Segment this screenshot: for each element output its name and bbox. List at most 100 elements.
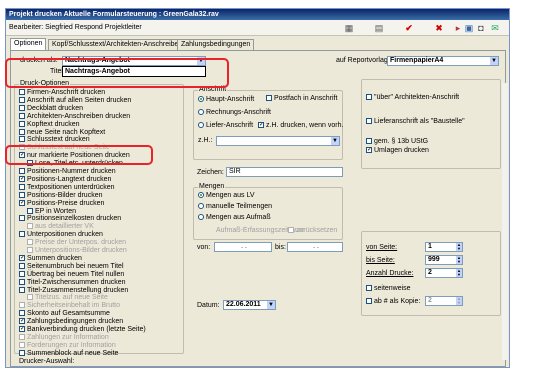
- druck-option-checkbox[interactable]: Sicherheitseinbehalt im Brutto: [19, 302, 120, 309]
- reportvorlage-select[interactable]: FirmenpapierA4 ▼: [387, 56, 499, 66]
- druck-option-checkbox[interactable]: ✓ Zahlungsbedingungen drucken: [19, 318, 123, 325]
- drucker-auswahl-label: Drucker-Auswahl:: [19, 358, 75, 365]
- seitenweise-checkbox[interactable]: seitenweise: [366, 285, 411, 292]
- mengen-aufmass-radio[interactable]: Mengen aus Aufmaß: [198, 214, 271, 221]
- scrollbar[interactable]: [502, 83, 508, 360]
- umlagen-label: Umlagen drucken: [374, 147, 429, 154]
- window-title: Projekt drucken Aktuelle Formularsteueru…: [6, 9, 509, 20]
- checkmark-icon[interactable]: ✔: [404, 23, 414, 33]
- checkbox: [19, 310, 25, 317]
- druck-option-checkbox[interactable]: Positionseinzelkosten drucken: [19, 215, 121, 222]
- druck-option-checkbox[interactable]: EP in Worten: [27, 207, 76, 215]
- checkbox: [19, 278, 25, 285]
- reportvorlage-value: FirmenpapierA4: [390, 57, 444, 64]
- tab-kopf-schlusstext[interactable]: Kopf/Schlusstext/Architekten-Anschreiben: [48, 39, 187, 50]
- druck-option-label: Titelzus. auf neue Seite: [35, 294, 108, 302]
- druck-option-checkbox[interactable]: Unterpositionen drucken: [19, 231, 103, 238]
- druck-option-checkbox[interactable]: Skonto auf Gesamtsumme: [19, 310, 110, 317]
- als-kopie-checkbox[interactable]: ab # als Kopie:: [366, 298, 420, 305]
- druck-option-checkbox[interactable]: Positions-Bilder drucken: [19, 191, 102, 199]
- pdf-icon[interactable]: ▣: [464, 23, 474, 33]
- anzahl-drucke-label: Anzahl Drucke:: [366, 270, 414, 277]
- druck-option-label: Preise der Unterpos. drucken: [35, 239, 127, 247]
- ueber-architekt-checkbox[interactable]: "über" Architekten-Anschrift: [366, 94, 459, 101]
- liefer-anschrift-radio[interactable]: Liefer-Anschrift: [198, 122, 253, 129]
- druck-option-checkbox[interactable]: Firmen-Anschrift drucken: [19, 89, 105, 96]
- druck-option-label: Seitenumbruch bei neuem Titel: [27, 262, 124, 270]
- von-seite-input[interactable]: 1 ▲ ▼: [425, 242, 463, 252]
- druck-option-checkbox[interactable]: Positionen-Nummer drucken: [19, 168, 116, 175]
- druck-option-checkbox[interactable]: Deckblatt drucken: [19, 104, 83, 112]
- datum-picker[interactable]: 22.06.2011 ▼: [223, 300, 276, 310]
- druck-option-checkbox[interactable]: Textpositionen unterdrücken: [19, 183, 115, 191]
- mengen-title: Mengen: [198, 183, 226, 190]
- fax-icon[interactable]: ◘: [476, 23, 486, 33]
- export-icon[interactable]: ▸: [453, 23, 463, 33]
- zeichen-input[interactable]: SIR: [226, 167, 343, 177]
- druck-option-checkbox[interactable]: ✓ Positions-Preise drucken: [19, 199, 104, 207]
- radio: [198, 109, 204, 115]
- chevron-down-icon[interactable]: ▼: [267, 301, 275, 309]
- spin-arrows-icon[interactable]: ▲ ▼: [456, 269, 462, 277]
- email-icon[interactable]: ✉: [490, 23, 500, 33]
- druck-option-checkbox[interactable]: ✓ Summen drucken: [19, 254, 82, 262]
- druck-option-checkbox[interactable]: Zahlungen zur Information: [19, 333, 109, 341]
- druck-option-checkbox[interactable]: ✓ Bankverbindung drucken (letzte Seite): [19, 326, 146, 333]
- zh-label: z.H.:: [198, 137, 213, 144]
- checkbox: [366, 138, 372, 144]
- lieferanschrift-checkbox[interactable]: Lieferanschrift als "Baustelle": [366, 118, 465, 125]
- manuelle-teilmengen-radio[interactable]: manuelle Teilmengen: [198, 203, 272, 210]
- checkbox-checked: ✓: [19, 326, 25, 332]
- highlight-drucken-als: [5, 58, 229, 88]
- spin-arrows-icon[interactable]: ▲ ▼: [456, 256, 462, 264]
- druck-option-checkbox[interactable]: Anschrift auf allen Seiten drucken: [19, 96, 131, 104]
- als-kopie-input[interactable]: 2 ▲ ▼: [425, 296, 463, 306]
- von-date-input[interactable]: . .: [214, 242, 272, 252]
- zh-select[interactable]: ▼: [216, 136, 340, 146]
- checkbox: [19, 262, 25, 269]
- umlagen-checkbox[interactable]: ✓ Umlagen drucken: [366, 147, 429, 154]
- druck-option-label: Übertrag bei neuem Titel nullen: [27, 270, 125, 278]
- druck-option-checkbox[interactable]: Unterpositions-Bilder drucken: [27, 247, 127, 254]
- spin-arrows-icon[interactable]: ▲ ▼: [456, 297, 462, 305]
- druck-option-checkbox[interactable]: Architekten-Anschreiben drucken: [19, 112, 130, 120]
- checkbox: [19, 215, 25, 222]
- mengen-lv-radio[interactable]: Mengen aus LV: [198, 192, 255, 199]
- chevron-down-icon[interactable]: ▼: [331, 137, 339, 145]
- checkbox: [27, 239, 33, 246]
- druck-option-checkbox[interactable]: Titelzus. auf neue Seite: [27, 294, 108, 301]
- bis-seite-input[interactable]: 999 ▲ ▼: [425, 255, 463, 265]
- druck-option-checkbox[interactable]: ✓ Positions-Langtext drucken: [19, 175, 111, 183]
- druck-option-checkbox[interactable]: neue Seite nach Kopftext: [19, 128, 105, 136]
- checkbox: [27, 223, 33, 230]
- postfach-checkbox[interactable]: Postfach in Anschrift: [266, 95, 337, 102]
- checkbox: [19, 168, 25, 174]
- druck-option-checkbox[interactable]: Summenblock auf neue Seite: [19, 349, 119, 357]
- printer-icon[interactable]: ▤: [374, 23, 384, 33]
- druck-option-checkbox[interactable]: aus detaillierter VK: [27, 223, 94, 230]
- chevron-down-icon[interactable]: ▼: [490, 57, 498, 65]
- close-icon[interactable]: ✖: [434, 23, 444, 33]
- tab-optionen[interactable]: Optionen: [10, 38, 47, 50]
- zh-drucken-checkbox[interactable]: ✓ z.H. drucken, wenn vorh.: [258, 122, 343, 129]
- haupt-anschrift-radio[interactable]: Haupt-Anschrift: [198, 96, 254, 103]
- bis-date-input[interactable]: . .: [287, 242, 343, 252]
- zuruecksetzen-checkbox[interactable]: zurücksetzen: [288, 227, 337, 234]
- checkbox: [19, 341, 25, 348]
- druck-option-checkbox[interactable]: Titel-Zusammenstellung drucken: [19, 286, 128, 294]
- ustg-checkbox[interactable]: gem. § 13b UStG: [366, 138, 428, 145]
- rechnung-anschrift-radio[interactable]: Rechnungs-Anschrift: [198, 109, 271, 116]
- anzahl-drucke-input[interactable]: 2 ▲ ▼: [425, 268, 463, 278]
- druck-option-checkbox[interactable]: Seitenumbruch bei neuem Titel: [19, 262, 124, 270]
- druck-option-checkbox[interactable]: Kopftext drucken: [19, 120, 80, 128]
- tab-zahlungsbedingungen[interactable]: Zahlungsbedingungen: [177, 39, 255, 50]
- druck-option-checkbox[interactable]: Preise der Unterpos. drucken: [27, 239, 126, 246]
- checkbox: [19, 231, 25, 238]
- print-preview-icon[interactable]: ▦: [344, 23, 354, 33]
- druck-option-checkbox[interactable]: Schlusstext drucken: [19, 136, 90, 143]
- druck-option-checkbox[interactable]: Übertrag bei neuem Titel nullen: [19, 270, 125, 278]
- druck-option-label: Summenblock auf neue Seite: [27, 349, 119, 357]
- druck-option-checkbox[interactable]: Titel-Zwischensummen drucken: [19, 278, 126, 286]
- spin-arrows-icon[interactable]: ▲ ▼: [456, 243, 462, 251]
- druck-option-checkbox[interactable]: Forderungen zur Information: [19, 341, 116, 349]
